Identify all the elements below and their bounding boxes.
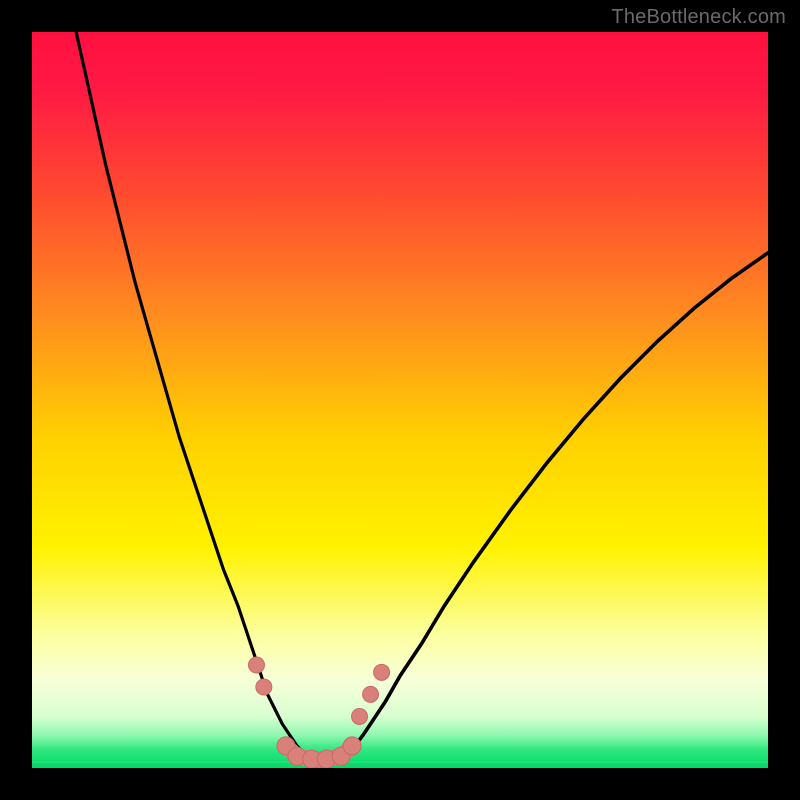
chart-svg — [32, 32, 768, 768]
marker-right-branch-4 — [374, 664, 390, 680]
plot-area — [32, 32, 768, 768]
bottleneck-curves — [76, 32, 768, 759]
chart-frame: TheBottleneck.com — [0, 0, 800, 800]
watermark-text: TheBottleneck.com — [611, 6, 786, 29]
marker-valley-floor-10 — [343, 737, 361, 755]
marker-right-branch-2 — [352, 708, 368, 724]
curve-right-branch — [341, 253, 768, 757]
marker-right-branch-3 — [363, 686, 379, 702]
marker-left-branch-0 — [248, 657, 264, 673]
marker-left-branch-1 — [256, 679, 272, 695]
curve-left-branch — [76, 32, 312, 757]
